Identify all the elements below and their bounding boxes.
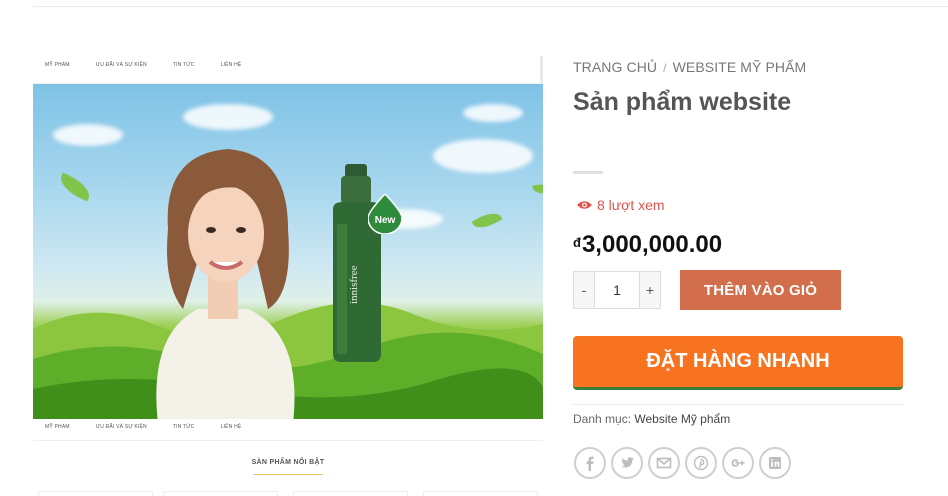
linkedin-icon	[769, 457, 781, 469]
share-twitter-button[interactable]	[611, 447, 643, 479]
preview-scroll-mark	[540, 56, 543, 84]
preview-nav-item: LIÊN HỆ	[220, 424, 242, 430]
breadcrumb: TRANG CHỦ / WEBSITE MỸ PHẨM	[573, 59, 806, 75]
preview-nav-item: MỸ PHẨM	[45, 62, 70, 68]
bottle-brand-text: innisfree	[348, 265, 360, 304]
share-email-button[interactable]	[648, 447, 680, 479]
share-facebook-button[interactable]	[574, 447, 606, 479]
cloud	[463, 104, 523, 122]
add-to-cart-button[interactable]: THÊM VÀO GIỎ	[680, 270, 841, 310]
featured-title: SẢN PHẨM NỔI BẬT	[251, 459, 325, 466]
share-linkedin-button[interactable]	[759, 447, 791, 479]
featured-card	[38, 491, 153, 496]
cloud	[433, 139, 533, 173]
preview-nav-item: TIN TỨC	[172, 62, 195, 68]
view-count: 8 lượt xem	[577, 197, 665, 213]
product-image[interactable]: MỸ PHẨM ƯU ĐÃI VÀ SỰ KIỆN TIN TỨC LIÊN H…	[33, 56, 543, 496]
preview-nav-item: ƯU ĐÃI VÀ SỰ KIỆN	[95, 62, 147, 68]
price-amount: 3,000,000.00	[581, 231, 723, 258]
eye-icon	[577, 201, 592, 209]
hero-banner: innisfree New	[33, 84, 543, 419]
breadcrumb-category-link[interactable]: WEBSITE MỸ PHẨM	[673, 59, 807, 75]
featured-underline	[253, 474, 323, 475]
preview-nav-top: MỸ PHẨM ƯU ĐÃI VÀ SỰ KIỆN TIN TỨC LIÊN H…	[33, 56, 543, 84]
preview-nav-item: LIÊN HỆ	[220, 62, 242, 68]
quantity-plus-button[interactable]: +	[639, 271, 661, 309]
model-figure	[156, 149, 295, 419]
quantity-minus-button[interactable]: -	[573, 271, 595, 309]
cloud	[53, 124, 123, 146]
pinterest-icon	[693, 455, 709, 471]
leaf	[471, 207, 503, 234]
preview-nav-bottom: MỸ PHẨM ƯU ĐÃI VÀ SỰ KIỆN TIN TỨC LIÊN H…	[33, 419, 543, 441]
quick-order-button[interactable]: ĐẶT HÀNG NHANH	[573, 336, 903, 390]
google-plus-icon	[731, 459, 745, 467]
preview-nav-item: ƯU ĐÃI VÀ SỰ KIỆN	[95, 424, 147, 430]
new-badge: New	[368, 194, 402, 234]
category-link[interactable]: Website Mỹ phẩm	[634, 412, 730, 426]
featured-card	[423, 491, 538, 496]
share-google-plus-button[interactable]	[722, 447, 754, 479]
quantity-input[interactable]	[595, 271, 639, 309]
preview-nav-item: TIN TỨC	[172, 424, 195, 430]
leaf	[56, 172, 94, 202]
email-icon	[656, 457, 672, 469]
leaf	[532, 182, 543, 196]
header-divider	[33, 6, 948, 7]
cloud	[183, 104, 273, 130]
featured-card	[293, 491, 408, 496]
breadcrumb-separator: /	[663, 61, 667, 75]
quantity-stepper: - +	[573, 271, 661, 309]
view-count-text: 8 lượt xem	[597, 197, 665, 213]
share-pinterest-button[interactable]	[685, 447, 717, 479]
meta-divider	[573, 404, 903, 405]
product-title: Sản phẩm website	[573, 88, 792, 116]
title-divider	[573, 171, 603, 174]
twitter-icon	[621, 457, 634, 468]
preview-nav-item: MỸ PHẨM	[45, 424, 70, 430]
product-category: Danh mục: Website Mỹ phẩm	[573, 412, 730, 426]
share-buttons	[574, 447, 791, 479]
breadcrumb-home-link[interactable]: TRANG CHỦ	[573, 59, 657, 75]
currency-symbol: đ	[573, 235, 581, 250]
category-label: Danh mục:	[573, 412, 632, 426]
new-badge-text: New	[375, 215, 396, 226]
preview-featured-section: SẢN PHẨM NỔI BẬT	[33, 441, 543, 496]
product-price: đ3,000,000.00	[573, 231, 722, 259]
facebook-icon	[586, 456, 594, 471]
featured-card	[163, 491, 278, 496]
